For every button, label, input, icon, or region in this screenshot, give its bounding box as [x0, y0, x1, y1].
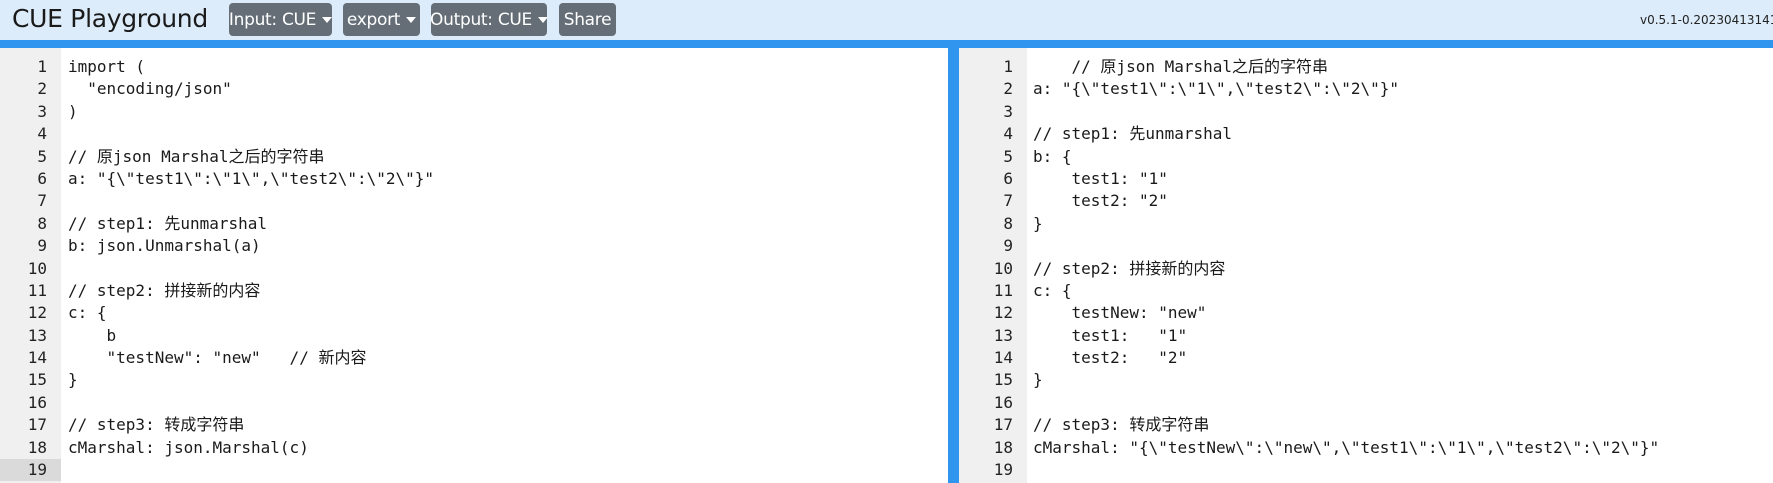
line-number: 11: [27, 280, 47, 300]
code-line[interactable]: cMarshal: "{\"testNew\":\"new\",\"test1\…: [1033, 437, 1773, 459]
toolbar: CUE Playground Input: CUE export Output:…: [0, 0, 1773, 40]
input-line-gutter: 1 2 3 4 5 6 7 8 9 10 11 12 13 14 15 16 17 18 19: [0, 48, 61, 483]
code-line[interactable]: c: {: [68, 302, 948, 324]
line-number: 10: [27, 258, 47, 278]
line-number: 13: [993, 325, 1013, 345]
code-line[interactable]: ): [68, 101, 948, 123]
code-line[interactable]: test1: "1": [1033, 325, 1773, 347]
code-line[interactable]: c: {: [1033, 280, 1773, 302]
line-number: 4: [1003, 124, 1013, 144]
code-line[interactable]: // step2: 拼接新的内容: [1033, 258, 1773, 280]
code-line[interactable]: "testNew": "new" // 新内容: [68, 347, 948, 369]
code-line[interactable]: }: [1033, 369, 1773, 391]
line-number: 1: [1003, 57, 1013, 76]
input-format-label: Input: CUE: [228, 9, 317, 30]
code-line[interactable]: [68, 190, 948, 212]
code-line[interactable]: [1033, 459, 1773, 481]
input-code-area[interactable]: import ( "encoding/json") // 原json Marsha…: [61, 48, 948, 483]
code-line[interactable]: "encoding/json": [68, 78, 948, 100]
line-number: 13: [27, 325, 47, 345]
line-number: 8: [1003, 213, 1013, 233]
line-number: 2: [1003, 79, 1013, 99]
code-line[interactable]: // step3: 转成字符串: [68, 414, 948, 436]
line-number: 9: [1003, 236, 1013, 256]
line-number: 16: [993, 392, 1013, 412]
pane-splitter[interactable]: [948, 48, 959, 483]
line-number: 9: [37, 236, 47, 256]
code-line[interactable]: test2: "2": [1033, 347, 1773, 369]
line-number: 11: [993, 280, 1013, 300]
code-line[interactable]: // step2: 拼接新的内容: [68, 280, 948, 302]
code-line[interactable]: cMarshal: json.Marshal(c): [68, 437, 948, 459]
code-line[interactable]: // step1: 先unmarshal: [68, 213, 948, 235]
code-line[interactable]: // 原json Marshal之后的字符串: [68, 146, 948, 168]
output-format-label: Output: CUE: [430, 9, 532, 30]
output-code-area[interactable]: // 原json Marshal之后的字符串 a: "{\"test1\":\"1…: [1027, 48, 1773, 483]
line-number: 7: [1003, 191, 1013, 211]
line-number: 12: [27, 303, 47, 323]
line-number: 6: [37, 168, 47, 188]
line-number: 17: [27, 415, 47, 435]
code-line[interactable]: testNew: "new": [1033, 302, 1773, 324]
app-title: CUE Playground: [12, 4, 208, 33]
code-line[interactable]: [68, 258, 948, 280]
line-number: 14: [993, 348, 1013, 368]
code-line[interactable]: // 原json Marshal之后的字符串: [1033, 56, 1773, 78]
code-line[interactable]: test1: "1": [1033, 168, 1773, 190]
line-number: 3: [1003, 101, 1013, 121]
line-number: 8: [37, 213, 47, 233]
output-line-gutter: 1 2 3 4 5 6 7 8 9 10 11 12 13 14 15 16 17 18 19: [959, 48, 1027, 483]
code-line[interactable]: b: {: [1033, 146, 1773, 168]
code-line[interactable]: b: json.Unmarshal(a): [68, 235, 948, 257]
code-line[interactable]: [1033, 235, 1773, 257]
caret-down-icon: [537, 16, 548, 23]
line-number: 15: [993, 370, 1013, 390]
export-dropdown[interactable]: export: [343, 3, 420, 36]
output-format-dropdown[interactable]: Output: CUE: [430, 3, 548, 36]
line-number: 17: [993, 415, 1013, 435]
caret-down-icon: [322, 16, 333, 23]
line-number: 14: [27, 348, 47, 368]
caret-down-icon: [406, 16, 417, 23]
code-line[interactable]: // step3: 转成字符串: [1033, 414, 1773, 436]
code-line[interactable]: [1033, 392, 1773, 414]
line-number: 1: [37, 57, 47, 76]
code-line[interactable]: [1033, 101, 1773, 123]
line-number: 5: [37, 146, 47, 166]
line-number: 3: [37, 101, 47, 121]
code-line[interactable]: a: "{\"test1\":\"1\",\"test2\":\"2\"}": [1033, 78, 1773, 100]
code-line[interactable]: test2: "2": [1033, 190, 1773, 212]
line-number: 19: [0, 459, 61, 482]
code-line[interactable]: b: [68, 325, 948, 347]
line-number: 7: [37, 191, 47, 211]
line-number: 4: [37, 124, 47, 144]
code-line[interactable]: [68, 392, 948, 414]
line-number: 19: [993, 460, 1013, 480]
code-line[interactable]: [68, 459, 948, 481]
top-divider: [0, 40, 1773, 48]
line-number: 5: [1003, 146, 1013, 166]
input-editor[interactable]: 1 2 3 4 5 6 7 8 9 10 11 12 13 14 15 16 17 18 19 import ( "…: [0, 48, 948, 483]
input-format-dropdown[interactable]: Input: CUE: [228, 3, 333, 36]
code-line[interactable]: [68, 123, 948, 145]
export-label: export: [346, 9, 401, 30]
share-button[interactable]: Share: [559, 3, 616, 36]
line-number: 6: [1003, 168, 1013, 188]
line-number: 18: [27, 437, 47, 457]
line-number: 15: [27, 370, 47, 390]
code-line[interactable]: a: "{\"test1\":\"1\",\"test2\":\"2\"}": [68, 168, 948, 190]
line-number: 16: [27, 392, 47, 412]
version-label: v0.5.1-0.202304131413: [1640, 13, 1773, 27]
line-number: 12: [993, 303, 1013, 323]
line-number: 10: [993, 258, 1013, 278]
code-line[interactable]: }: [68, 369, 948, 391]
code-line[interactable]: }: [1033, 213, 1773, 235]
code-line[interactable]: import (: [68, 56, 948, 78]
line-number: 18: [993, 437, 1013, 457]
code-line[interactable]: // step1: 先unmarshal: [1033, 123, 1773, 145]
line-number: 2: [37, 79, 47, 99]
output-editor[interactable]: 1 2 3 4 5 6 7 8 9 10 11 12 13 14 15 16 17 18 19 // 原json M…: [959, 48, 1773, 483]
